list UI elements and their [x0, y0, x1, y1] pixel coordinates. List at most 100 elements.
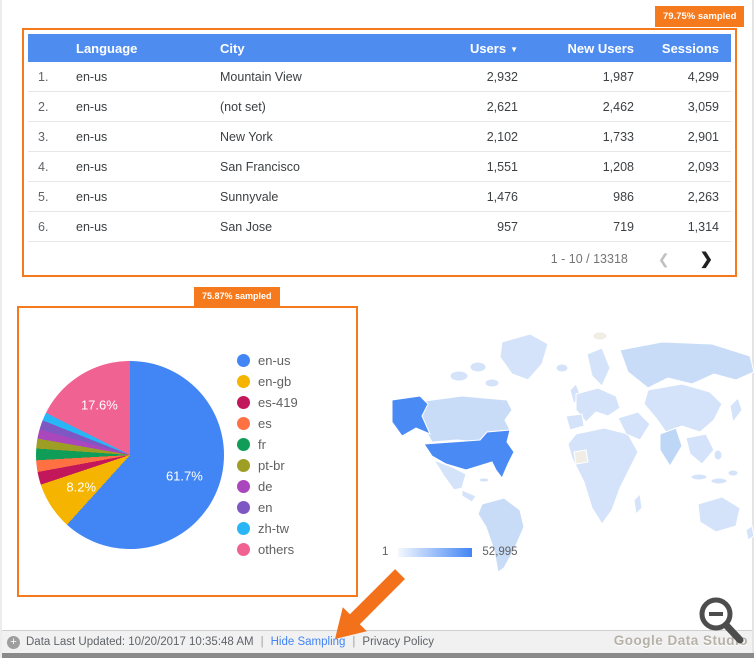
- cell-new_users: 719: [613, 219, 634, 234]
- legend-item[interactable]: es: [237, 413, 298, 434]
- cell-new_users: 986: [613, 189, 634, 204]
- header-city[interactable]: City: [220, 41, 442, 56]
- pagination-prev-icon[interactable]: ❮: [658, 251, 670, 268]
- legend-item[interactable]: others: [237, 539, 298, 560]
- legend-dot: [237, 459, 250, 472]
- country-brazil[interactable]: [477, 497, 525, 573]
- legend-dot: [237, 438, 250, 451]
- geo-map-card: 1 52,995: [362, 312, 754, 597]
- header-sessions[interactable]: Sessions: [648, 41, 731, 56]
- country-japan[interactable]: [729, 397, 743, 424]
- pie-chart-card: en-us en-gb es-419 es fr pt-br de en zh-tw others…: [17, 306, 358, 597]
- cell-users: 957: [497, 219, 518, 234]
- cell-new_users: 2,462: [602, 99, 634, 114]
- cell-city: San Jose: [220, 219, 273, 234]
- table-row[interactable]: 2. en-us (not set) 2,621 2,462 3,059: [28, 92, 731, 122]
- cell-users: 2,102: [486, 129, 518, 144]
- cell-city: Sunnyvale: [220, 189, 279, 204]
- legend-item[interactable]: es-419: [237, 392, 298, 413]
- legend-item[interactable]: de: [237, 476, 298, 497]
- legend-dot: [237, 501, 250, 514]
- cell-language: en-us: [76, 69, 108, 84]
- window-bottom-edge: [2, 653, 754, 658]
- country-russia[interactable]: [619, 341, 754, 389]
- legend-dot: [237, 417, 250, 430]
- cell-language: en-us: [76, 129, 108, 144]
- refresh-icon[interactable]: +: [7, 635, 20, 649]
- header-users[interactable]: Users ▼: [442, 41, 530, 56]
- cell-sessions: 2,901: [687, 129, 719, 144]
- cell-city: New York: [220, 129, 273, 144]
- legend-label: en-gb: [258, 374, 292, 389]
- legend-label: fr: [258, 437, 266, 452]
- cell-language: en-us: [76, 99, 108, 114]
- pie-legend: en-us en-gb es-419 es fr pt-br de en zh-tw others: [237, 350, 298, 560]
- pagination-range: 1 - 10 / 13318: [550, 252, 628, 266]
- zoom-out-icon[interactable]: [694, 595, 748, 651]
- legend-item[interactable]: en-us: [237, 350, 298, 371]
- pie-sampled-badge: 75.87% sampled: [194, 287, 280, 306]
- table-pagination: 1 - 10 / 13318 ❮ ❯: [28, 242, 731, 276]
- footer-separator: |: [260, 636, 264, 648]
- table-body: 1. en-us Mountain View 2,932 1,987 4,299 2. en-…: [28, 62, 731, 242]
- pie-chart[interactable]: [36, 361, 224, 549]
- cell-sessions: 2,093: [687, 159, 719, 174]
- legend-item[interactable]: pt-br: [237, 455, 298, 476]
- header-new-users[interactable]: New Users: [530, 41, 648, 56]
- legend-label: de: [258, 479, 273, 494]
- table-row[interactable]: 3. en-us New York 2,102 1,733 2,901: [28, 122, 731, 152]
- cell-index: 3.: [38, 129, 49, 144]
- cell-index: 5.: [38, 189, 49, 204]
- legend-label: zh-tw: [258, 521, 290, 536]
- table-sampled-badge: 79.75% sampled: [655, 6, 745, 27]
- legend-item[interactable]: zh-tw: [237, 518, 298, 539]
- cell-index: 1.: [38, 69, 49, 84]
- map-legend-max: 52,995: [482, 546, 518, 558]
- legend-dot: [237, 543, 250, 556]
- cell-language: en-us: [76, 159, 108, 174]
- pie-area: en-us en-gb es-419 es fr pt-br de en zh-tw others…: [19, 308, 356, 595]
- cell-city: San Francisco: [220, 159, 300, 174]
- pie-percent-label: 61.7%: [165, 468, 203, 484]
- cell-users: 2,932: [486, 69, 518, 84]
- map-legend-gradient: [398, 547, 473, 557]
- cell-users: 1,551: [486, 159, 518, 174]
- cell-sessions: 2,263: [687, 189, 719, 204]
- legend-dot: [237, 354, 250, 367]
- table-row[interactable]: 4. en-us San Francisco 1,551 1,208 2,093: [28, 152, 731, 182]
- legend-dot: [237, 375, 250, 388]
- header-language[interactable]: Language: [76, 41, 220, 56]
- cell-city: Mountain View: [220, 69, 302, 84]
- cell-new_users: 1,208: [602, 159, 634, 174]
- country-greenland[interactable]: [499, 333, 549, 381]
- legend-label: pt-br: [258, 458, 285, 473]
- table-row[interactable]: 6. en-us San Jose 957 719 1,314: [28, 212, 731, 242]
- legend-label: en-us: [258, 353, 291, 368]
- legend-dot: [237, 396, 250, 409]
- table-row[interactable]: 5. en-us Sunnyvale 1,476 986 2,263: [28, 182, 731, 212]
- legend-item[interactable]: en: [237, 497, 298, 518]
- cell-users: 1,476: [486, 189, 518, 204]
- pie-percent-label: 8.2%: [66, 479, 97, 495]
- table-row[interactable]: 1. en-us Mountain View 2,932 1,987 4,299: [28, 62, 731, 92]
- country-india[interactable]: [659, 427, 683, 467]
- cell-index: 6.: [38, 219, 49, 234]
- legend-label: es: [258, 416, 272, 431]
- map-color-legend: 1 52,995: [382, 546, 518, 558]
- sort-desc-icon[interactable]: ▼: [510, 45, 518, 54]
- country-australia[interactable]: [697, 496, 741, 533]
- legend-item[interactable]: en-gb: [237, 371, 298, 392]
- legend-item[interactable]: fr: [237, 434, 298, 455]
- legend-label: others: [258, 542, 295, 557]
- cell-city: (not set): [220, 99, 266, 114]
- annotation-arrow-icon: [335, 569, 405, 639]
- cell-new_users: 1,987: [602, 69, 634, 84]
- table-header-row: Language City Users ▼ New Users Sessions: [28, 34, 731, 62]
- pagination-next-icon[interactable]: ❯: [700, 249, 713, 269]
- cell-new_users: 1,733: [602, 129, 634, 144]
- cell-sessions: 3,059: [687, 99, 719, 114]
- cell-sessions: 1,314: [687, 219, 719, 234]
- legend-label: en: [258, 500, 273, 515]
- pie-percent-label: 17.6%: [80, 397, 118, 413]
- cell-index: 4.: [38, 159, 49, 174]
